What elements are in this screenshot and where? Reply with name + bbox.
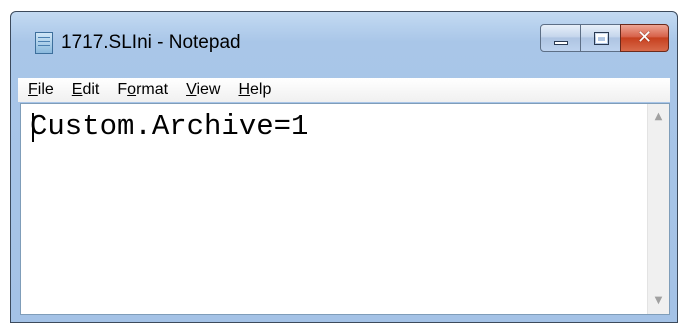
caption-buttons: ✕ xyxy=(540,24,669,52)
minimize-button[interactable] xyxy=(540,24,581,52)
minimize-icon xyxy=(554,41,568,45)
notepad-window: 1717.SLIni - Notepad ✕ File Edit Format … xyxy=(10,11,678,323)
scroll-up-icon[interactable]: ▲ xyxy=(648,106,669,128)
menu-format[interactable]: Format xyxy=(108,78,177,102)
vertical-scrollbar[interactable]: ▲ ▼ xyxy=(647,104,669,314)
menu-help[interactable]: Help xyxy=(229,78,280,102)
menu-file[interactable]: File xyxy=(18,78,63,102)
maximize-icon xyxy=(594,32,609,45)
notepad-icon[interactable] xyxy=(35,32,53,54)
menu-bar: File Edit Format View Help xyxy=(18,78,670,102)
window-title: 1717.SLIni - Notepad xyxy=(61,32,241,53)
title-bar[interactable]: 1717.SLIni - Notepad ✕ xyxy=(11,12,677,78)
close-button[interactable]: ✕ xyxy=(620,24,669,52)
menu-edit[interactable]: Edit xyxy=(63,78,109,102)
close-icon: ✕ xyxy=(636,27,653,48)
text-editor[interactable]: Custom.Archive=1 ▲ ▼ xyxy=(20,103,670,315)
text-caret xyxy=(32,113,34,142)
menu-view[interactable]: View xyxy=(177,78,229,102)
editor-content[interactable]: Custom.Archive=1 xyxy=(30,110,308,144)
scroll-down-icon[interactable]: ▼ xyxy=(648,290,669,312)
maximize-button[interactable] xyxy=(580,24,621,52)
